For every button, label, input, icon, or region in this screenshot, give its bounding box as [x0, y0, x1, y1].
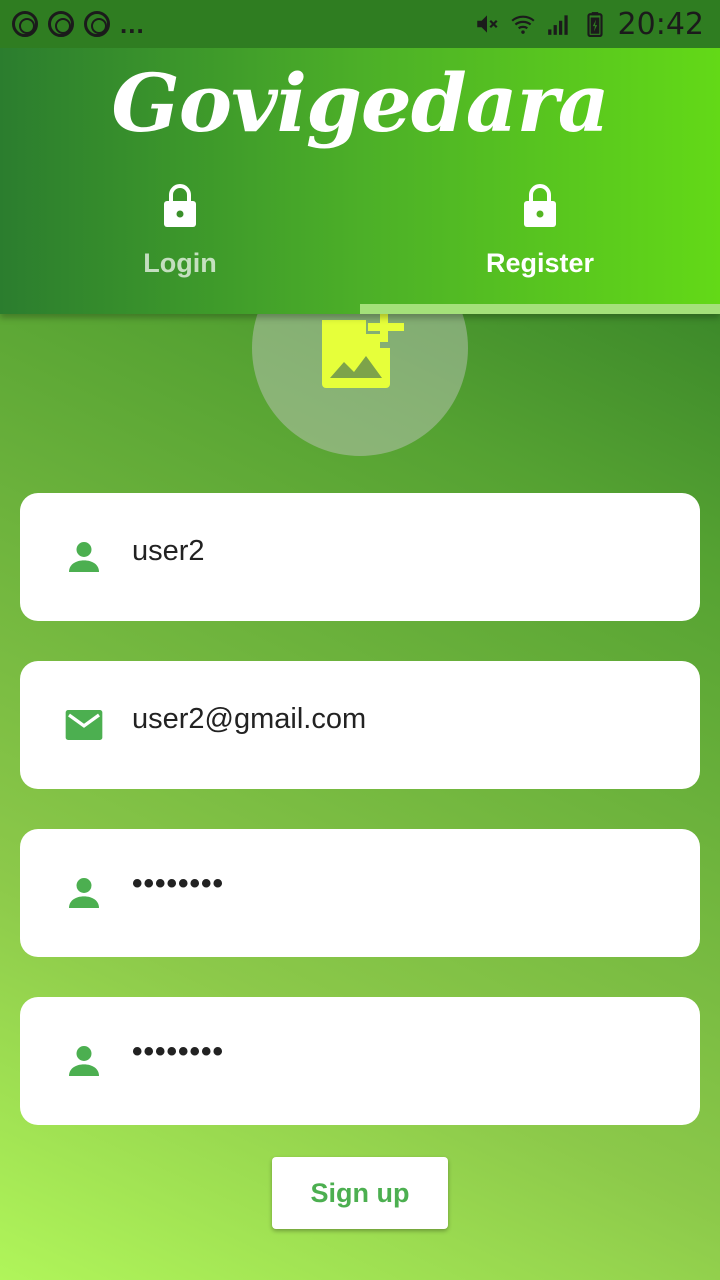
tab-login[interactable]: Login	[0, 178, 360, 314]
person-icon	[69, 1046, 99, 1076]
status-bar: ... 20:42	[0, 0, 720, 48]
app-bar: Govigedara Login Register	[0, 48, 720, 314]
status-time: 20:42	[617, 6, 704, 42]
tab-indicator	[360, 304, 720, 314]
wifi-icon	[510, 15, 535, 34]
notification-icon	[48, 11, 74, 37]
confirm-password-field[interactable]: ••••••••	[20, 997, 700, 1125]
lock-icon	[164, 184, 196, 227]
tab-label-register: Register	[485, 248, 595, 278]
notification-icon	[84, 11, 110, 37]
username-field[interactable]: user2	[20, 493, 700, 621]
person-icon	[69, 878, 99, 908]
email-value: user2@gmail.com	[132, 703, 367, 735]
person-icon	[69, 542, 99, 572]
signal-icon	[547, 15, 568, 35]
register-screen: ... 20:42 Govigedara Login Register user…	[0, 0, 720, 1280]
status-right: 20:42	[474, 7, 704, 42]
password-value: ••••••••	[132, 867, 225, 900]
battery-icon	[586, 12, 603, 37]
tab-label-login: Login	[143, 248, 217, 278]
lock-icon	[524, 184, 556, 227]
email-icon	[65, 710, 103, 740]
signup-button[interactable]: Sign up	[272, 1157, 448, 1229]
notification-icon	[12, 11, 38, 37]
app-title: Govigedara	[111, 56, 609, 150]
email-field[interactable]: user2@gmail.com	[20, 661, 700, 789]
more-notifications: ...	[120, 9, 145, 39]
tab-register[interactable]: Register	[360, 178, 720, 314]
add-photo-icon	[322, 312, 404, 388]
mute-icon	[476, 15, 498, 33]
username-value: user2	[132, 535, 205, 567]
password-field[interactable]: ••••••••	[20, 829, 700, 957]
status-left: ...	[12, 11, 145, 37]
confirm-password-value: ••••••••	[132, 1035, 225, 1068]
